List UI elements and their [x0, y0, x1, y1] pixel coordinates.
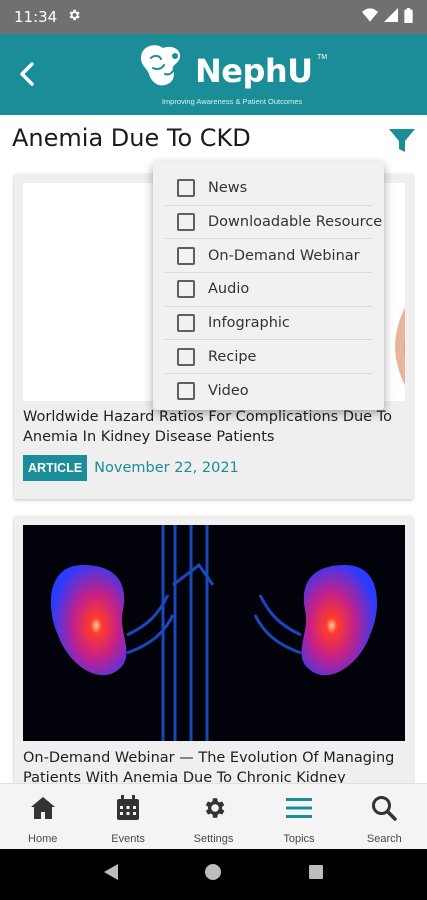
- filter-option-label: Infographic: [208, 315, 290, 332]
- checkbox[interactable]: [177, 213, 195, 232]
- nav-label: Topics: [283, 833, 315, 845]
- menu-icon: [284, 793, 314, 823]
- filter-button[interactable]: [386, 126, 418, 156]
- filter-icon: [389, 129, 415, 152]
- page-title: Anemia Due To CKD: [12, 124, 251, 152]
- logo-trademark: TM: [317, 54, 328, 61]
- nav-label: Home: [28, 833, 58, 845]
- wifi-icon: [362, 8, 378, 26]
- filter-option-label: News: [208, 180, 248, 197]
- bottom-nav: Home Events Settings Topics Search: [0, 783, 427, 849]
- filter-option-on-demand-webinar[interactable]: On-Demand Webinar: [165, 239, 372, 274]
- filter-option-video[interactable]: Video: [165, 374, 372, 408]
- checkbox[interactable]: [177, 314, 195, 333]
- back-arrow-icon: [20, 62, 34, 86]
- nav-search[interactable]: Search: [342, 784, 427, 849]
- system-nav-bar: [0, 849, 427, 900]
- search-icon: [369, 793, 399, 823]
- nav-settings[interactable]: Settings: [171, 784, 256, 849]
- card-title[interactable]: On-Demand Webinar — The Evolution Of Man…: [23, 748, 403, 783]
- filter-option-audio[interactable]: Audio: [165, 273, 372, 307]
- battery-icon: [404, 7, 413, 27]
- logo-tagline: Improving Awareness & Patient Outcomes: [161, 97, 303, 106]
- filter-option-label: On-Demand Webinar: [208, 247, 360, 264]
- checkbox[interactable]: [177, 347, 195, 366]
- app-header: NephU TM Improving Awareness & Patient O…: [0, 34, 427, 115]
- checkbox[interactable]: [177, 246, 195, 265]
- filter-option-recipe[interactable]: Recipe: [165, 340, 372, 375]
- back-button[interactable]: [8, 54, 48, 94]
- nav-events[interactable]: Events: [85, 784, 170, 849]
- filter-option-label: Downloadable Resource: [208, 214, 383, 231]
- content-card[interactable]: On-Demand Webinar — The Evolution Of Man…: [14, 516, 413, 783]
- nav-label: Search: [366, 833, 402, 845]
- filter-dropdown: News Downloadable Resource On-Demand Web…: [153, 162, 384, 410]
- nephu-logo: NephU TM Improving Awareness & Patient O…: [137, 42, 327, 112]
- filter-option-label: Audio: [208, 281, 250, 298]
- filter-option-infographic[interactable]: Infographic: [165, 307, 372, 341]
- system-home-icon[interactable]: [204, 863, 222, 886]
- filter-option-label: Video: [208, 382, 249, 399]
- settings-status-icon: [67, 8, 81, 26]
- filter-option-news[interactable]: News: [165, 172, 372, 206]
- type-badge: ARTICLE: [23, 455, 88, 481]
- card-image: [23, 525, 405, 741]
- calendar-icon: [113, 793, 143, 823]
- status-time: 11:34: [14, 8, 58, 26]
- filter-option-downloadable-resource[interactable]: Downloadable Resource: [165, 206, 382, 240]
- kidneys-illustration: [23, 525, 405, 741]
- card-title[interactable]: Worldwide Hazard Ratios For Complication…: [23, 407, 403, 447]
- nav-home[interactable]: Home: [0, 784, 85, 849]
- logo-text: NephU: [195, 52, 313, 90]
- kidney-logo-icon: [141, 45, 181, 86]
- nav-topics[interactable]: Topics: [256, 784, 341, 849]
- card-date: November 22, 2021: [94, 460, 239, 476]
- nav-label: Events: [111, 833, 145, 845]
- home-icon: [28, 793, 58, 823]
- filter-option-label: Recipe: [208, 348, 257, 365]
- status-bar: 11:34: [0, 0, 427, 34]
- nav-label: Settings: [193, 833, 234, 845]
- checkbox[interactable]: [177, 280, 195, 299]
- gear-icon: [199, 793, 229, 823]
- system-back-icon[interactable]: [103, 863, 119, 886]
- system-recents-icon[interactable]: [308, 864, 324, 885]
- checkbox[interactable]: [177, 179, 195, 198]
- card-meta: ARTICLE November 22, 2021: [23, 455, 239, 481]
- checkbox[interactable]: [177, 381, 195, 400]
- signal-icon: [384, 8, 398, 26]
